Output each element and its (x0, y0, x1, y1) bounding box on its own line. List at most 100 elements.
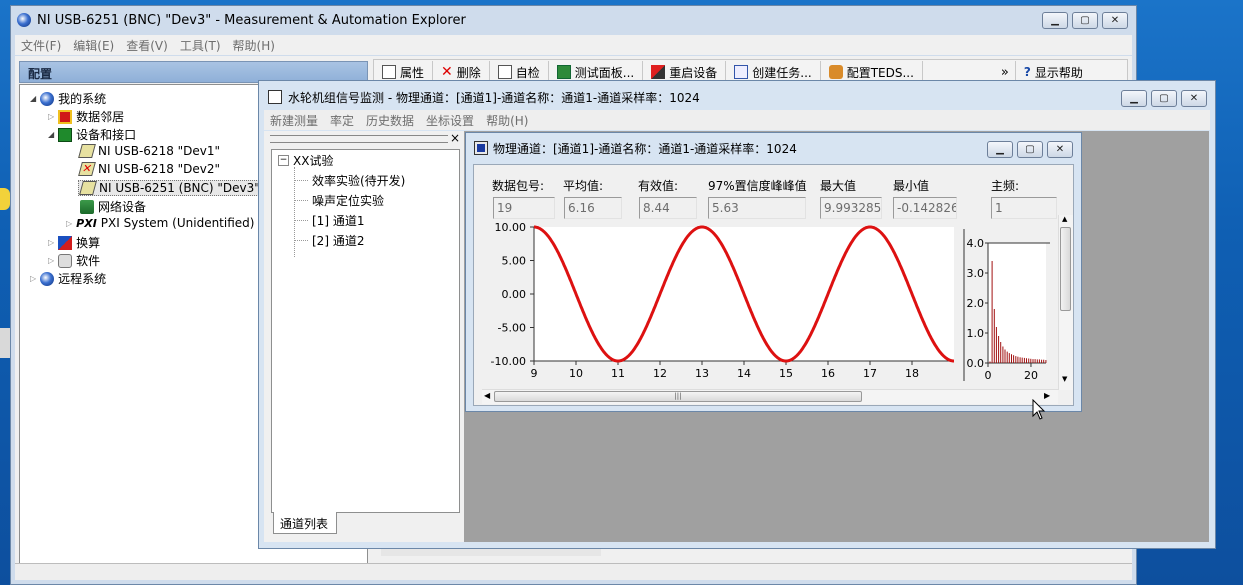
minimize-button[interactable]: ▁ (1042, 12, 1068, 29)
tree-node-dev2[interactable]: ✕ NI USB-6218 "Dev2" (78, 162, 221, 176)
maximize-button[interactable]: ▢ (1017, 141, 1043, 158)
daq-device-error-icon: ✕ (78, 162, 96, 176)
tree-node-network-devices[interactable]: 网络设备 (80, 198, 146, 215)
menu-file[interactable]: 文件(F) (15, 37, 67, 54)
maximize-button[interactable]: ▢ (1151, 90, 1177, 107)
vertical-scroll-thumb[interactable] (1060, 227, 1071, 311)
expand-icon[interactable]: ▷ (48, 256, 54, 265)
y-tick-label: 0.00 (502, 288, 527, 301)
menu-axis-settings[interactable]: 坐标设置 (420, 112, 480, 129)
ni-max-icon (17, 13, 31, 27)
maximize-button[interactable]: ▢ (1072, 12, 1098, 29)
pane-grip (270, 135, 448, 143)
tree-node-dev3-selected[interactable]: NI USB-6251 (BNC) "Dev3" (78, 180, 263, 196)
tree-node-scales[interactable]: ▷ 换算 (48, 234, 100, 251)
collapse-icon[interactable]: ◢ (48, 130, 54, 139)
x-tick-label: 12 (653, 367, 667, 380)
main-window-titlebar[interactable]: NI USB-6251 (BNC) "Dev3" - Measurement &… (11, 6, 1136, 34)
tree-item-channel-2[interactable]: [2] 通道2 (294, 232, 364, 249)
tree-item-efficiency[interactable]: 效率实验(待开发) (294, 172, 405, 189)
tree-node-data-neighborhood[interactable]: ▷ 数据邻居 (48, 108, 124, 125)
tree-node-my-system[interactable]: ◢ 我的系统 (30, 90, 106, 107)
properties-icon (382, 65, 396, 79)
expand-icon[interactable]: ▷ (66, 219, 72, 228)
tree-label: 设备和接口 (76, 128, 137, 142)
packet-number-label: 数据包号: (492, 179, 545, 193)
minimize-button[interactable]: ▁ (987, 141, 1013, 158)
tree-label: PXI System (Unidentified) (100, 216, 255, 230)
software-icon (58, 253, 73, 268)
spectrum-chart: 4.0 3.0 2.0 1.0 0.00 20 (963, 229, 1050, 382)
tree-node-pxi[interactable]: ▷ PXI PXI System (Unidentified) (66, 216, 254, 230)
y-tick-label: -10.00 (491, 355, 526, 368)
min-label: 最小值 (893, 179, 930, 193)
x-tick-label: 11 (611, 367, 625, 380)
toolbar-overflow-chevron[interactable]: » (1001, 65, 1009, 80)
create-task-icon (734, 65, 749, 79)
menu-calibrate[interactable]: 率定 (324, 112, 360, 129)
menu-new-measurement[interactable]: 新建测量 (264, 112, 324, 129)
config-header-label: 配置 (28, 67, 53, 81)
scroll-down-arrow[interactable]: ▼ (1062, 375, 1067, 383)
mean-label: 平均值: (563, 179, 604, 193)
horizontal-scrollbar[interactable]: ◀ ||| ▶ (482, 389, 1058, 404)
pane-close-icon[interactable]: × (450, 131, 460, 145)
tree-root[interactable]: − XX试验 (278, 152, 333, 169)
scroll-left-arrow[interactable]: ◀ (484, 391, 490, 400)
tree-node-remote-systems[interactable]: ▷ 远程系统 (30, 270, 106, 287)
tree-label: NI USB-6218 "Dev1" (98, 144, 221, 158)
y-tick-label: 3.0 (967, 267, 985, 280)
pxi-icon: PXI (76, 216, 97, 230)
channel-list-pane: × − XX试验 效率实验(待开发) 噪声定位实验 [1] 通道1 [2] 通道… (264, 131, 464, 542)
rms-label: 有效值: (638, 179, 679, 193)
close-button[interactable]: ✕ (1047, 141, 1073, 158)
max-field: 9.9932859 (820, 197, 882, 219)
tree-label: 数据邻居 (76, 110, 125, 124)
min-field: -0.142826 (893, 197, 957, 219)
app-icon (268, 90, 282, 104)
menu-tools[interactable]: 工具(T) (174, 37, 227, 54)
x-tick-label: 9 (531, 367, 538, 380)
horizontal-scroll-thumb[interactable]: ||| (494, 391, 862, 402)
devices-icon (58, 127, 73, 142)
expand-icon[interactable]: ▷ (30, 274, 36, 283)
x-tick-label: 14 (737, 367, 751, 380)
x-tick-label: 16 (821, 367, 835, 380)
expand-icon[interactable]: ▷ (48, 112, 54, 121)
network-icon (80, 199, 94, 214)
menu-edit[interactable]: 编辑(E) (67, 37, 120, 54)
channel-window-titlebar[interactable]: 物理通道：[通道1]-通道名称：通道1-通道采样率：1024 ▁ ▢ ✕ (466, 133, 1081, 163)
collapse-icon[interactable]: − (278, 155, 289, 166)
tree-node-dev1[interactable]: NI USB-6218 "Dev1" (78, 144, 221, 158)
monitor-window-title: 水轮机组信号监测 - 物理通道：[通道1]-通道名称：通道1-通道采样率：102… (288, 90, 700, 105)
expand-icon[interactable]: ▷ (48, 238, 54, 247)
tree-item-noise[interactable]: 噪声定位实验 (294, 192, 384, 209)
menu-help[interactable]: 帮助(H) (480, 112, 534, 129)
tree-node-devices[interactable]: ◢ 设备和接口 (48, 126, 136, 143)
channel-window-title: 物理通道：[通道1]-通道名称：通道1-通道采样率：1024 (493, 141, 797, 156)
menu-history[interactable]: 历史数据 (360, 112, 420, 129)
x-tick-label: 15 (779, 367, 793, 380)
channel-client: 数据包号: 19 平均值: 6.16 有效值: 8.44 97%置信度峰峰值 5… (473, 164, 1074, 406)
scroll-up-arrow[interactable]: ▲ (1062, 215, 1067, 223)
tree-label: NI USB-6218 "Dev2" (98, 162, 221, 176)
vertical-scrollbar[interactable]: ▲ ▼ (1058, 215, 1073, 390)
minimize-button[interactable]: ▁ (1121, 90, 1147, 107)
monitor-menubar: 新建测量 率定 历史数据 坐标设置 帮助(H) (264, 110, 1210, 130)
tab-channel-list[interactable]: 通道列表 (273, 512, 337, 534)
close-button[interactable]: ✕ (1102, 12, 1128, 29)
x-tick-label: 18 (905, 367, 919, 380)
tree-node-software[interactable]: ▷ 软件 (48, 252, 100, 269)
ni-globe-icon (40, 271, 55, 286)
menu-help[interactable]: 帮助(H) (227, 37, 281, 54)
tree-item-channel-1[interactable]: [1] 通道1 (294, 212, 364, 229)
teds-icon (828, 65, 843, 79)
monitor-window-titlebar[interactable]: 水轮机组信号监测 - 物理通道：[通道1]-通道名称：通道1-通道采样率：102… (259, 81, 1215, 113)
menu-view[interactable]: 查看(V) (120, 37, 174, 54)
close-button[interactable]: ✕ (1181, 90, 1207, 107)
channel-tree: − XX试验 效率实验(待开发) 噪声定位实验 [1] 通道1 [2] 通道2 (271, 149, 460, 513)
daq-device-icon (78, 144, 96, 158)
y-tick-label: -5.00 (498, 322, 526, 335)
collapse-icon[interactable]: ◢ (30, 94, 36, 103)
confidence-p2p-label: 97%置信度峰峰值 (708, 179, 807, 193)
